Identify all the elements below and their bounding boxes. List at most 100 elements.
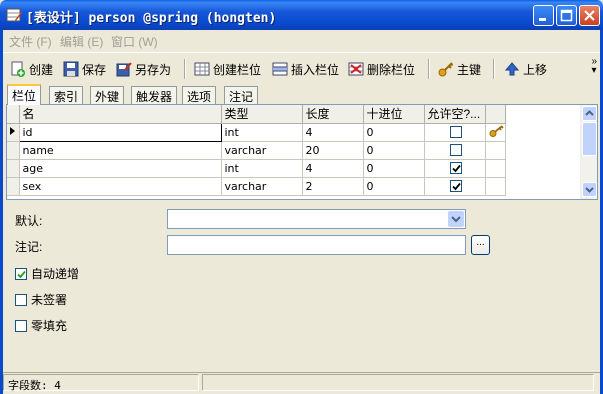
default-value-combo[interactable] <box>167 209 466 229</box>
title-bar[interactable]: [表设计] person @spring (hongten) <box>0 0 603 30</box>
delete-field-button[interactable]: 删除栏位 <box>348 59 415 79</box>
new-button[interactable]: 创建 <box>10 59 53 79</box>
primary-key-label: 主键 <box>457 62 482 77</box>
allow-null-checkbox[interactable] <box>450 180 462 192</box>
tab-triggers[interactable]: 触发器 <box>131 86 178 104</box>
column-header-allow-null[interactable]: 允许空?... <box>424 105 486 124</box>
field-length-cell[interactable]: 4 <box>302 159 364 178</box>
maximize-button[interactable] <box>556 5 577 26</box>
menu-file[interactable]: 文件 (F) <box>9 33 52 50</box>
tab-foreign-keys[interactable]: 外键 <box>90 86 125 104</box>
field-decimals-cell[interactable]: 0 <box>363 177 425 196</box>
fields-grid[interactable]: 名 类型 长度 十进位 允许空?... id int 4 0 name varchar 20… <box>6 104 598 200</box>
table-row[interactable]: age int 4 0 <box>7 159 506 178</box>
allow-null-checkbox[interactable] <box>450 162 462 174</box>
scroll-down-button[interactable] <box>582 182 597 197</box>
comment-field[interactable] <box>167 235 466 255</box>
field-decimals-cell[interactable]: 0 <box>363 123 425 142</box>
primary-key-cell <box>485 141 506 160</box>
field-length-cell[interactable]: 4 <box>302 123 364 142</box>
new-label: 创建 <box>29 62 54 77</box>
minimize-icon <box>539 18 546 21</box>
save-icon <box>63 61 79 77</box>
allow-null-cell[interactable] <box>424 177 486 196</box>
key-icon <box>489 124 504 137</box>
zerofill-option[interactable]: 零填充 <box>15 317 67 334</box>
row-selector[interactable] <box>7 123 20 142</box>
unsigned-checkbox[interactable] <box>15 293 27 306</box>
zerofill-checkbox[interactable] <box>15 319 27 332</box>
new-file-icon <box>11 61 25 77</box>
column-header-decimals[interactable]: 十进位 <box>363 105 425 124</box>
primary-key-cell <box>485 159 506 178</box>
tab-fields[interactable]: 栏位 <box>7 84 42 105</box>
field-type-cell[interactable]: int <box>221 159 303 178</box>
save-as-button[interactable]: 另存为 <box>116 59 171 79</box>
field-name-cell[interactable]: id <box>18 122 222 142</box>
menu-edit[interactable]: 编辑 (E) <box>60 33 103 50</box>
scroll-thumb[interactable] <box>582 122 597 156</box>
toolbar: 创建 保存 另存为 创建栏位 插入栏位 删除栏位 主键 上移 » ▾ <box>3 52 600 84</box>
insert-field-button[interactable]: 插入栏位 <box>272 59 339 79</box>
allow-null-checkbox[interactable] <box>450 126 462 138</box>
comment-label: 注记: <box>15 240 43 254</box>
auto-increment-option[interactable]: 自动递增 <box>15 265 79 282</box>
table-row[interactable]: name varchar 20 0 <box>7 141 506 160</box>
field-count-text: 字段数: 4 <box>8 379 61 392</box>
toolbar-separator <box>184 59 186 79</box>
allow-null-cell[interactable] <box>424 123 486 142</box>
primary-key-cell <box>485 123 506 142</box>
field-length-cell[interactable]: 20 <box>302 141 364 160</box>
field-name-cell[interactable]: sex <box>19 177 222 196</box>
maximize-icon <box>560 9 573 22</box>
comment-edit-button[interactable]: ... <box>471 235 490 255</box>
insert-field-icon <box>272 62 288 76</box>
primary-key-button[interactable]: 主键 <box>438 59 481 79</box>
arrow-up-icon <box>504 62 520 76</box>
save-as-icon <box>116 62 132 77</box>
insert-field-label: 插入栏位 <box>291 62 340 77</box>
table-row[interactable]: sex varchar 2 0 <box>7 177 506 196</box>
allow-null-cell[interactable] <box>424 141 486 160</box>
unsigned-option[interactable]: 未签署 <box>15 291 67 308</box>
table-row[interactable]: id int 4 0 <box>7 122 506 142</box>
chevron-down-icon <box>451 216 461 223</box>
column-header-length[interactable]: 长度 <box>302 105 364 124</box>
row-selector[interactable] <box>7 177 20 196</box>
move-up-button[interactable]: 上移 <box>504 59 547 79</box>
tab-options[interactable]: 选项 <box>182 86 217 104</box>
auto-increment-checkbox[interactable] <box>15 267 27 280</box>
row-selector[interactable] <box>7 141 20 160</box>
field-name-cell[interactable]: age <box>19 159 222 178</box>
minimize-button[interactable] <box>533 5 554 26</box>
field-decimals-cell[interactable]: 0 <box>363 159 425 178</box>
scroll-up-button[interactable] <box>582 106 597 121</box>
combo-dropdown-button[interactable] <box>448 211 464 227</box>
allow-null-checkbox[interactable] <box>450 144 462 156</box>
column-header-type[interactable]: 类型 <box>221 105 303 124</box>
delete-field-icon <box>348 62 364 76</box>
tab-indexes[interactable]: 索引 <box>49 86 84 104</box>
chevron-down-icon <box>585 187 594 193</box>
field-type-cell[interactable]: int <box>221 123 303 142</box>
row-selector[interactable] <box>7 159 20 178</box>
tab-comment[interactable]: 注记 <box>224 86 259 104</box>
checkmark-icon <box>17 270 26 278</box>
checkmark-icon <box>452 182 461 191</box>
field-type-cell[interactable]: varchar <box>221 141 303 160</box>
field-type-cell[interactable]: varchar <box>221 177 303 196</box>
field-name-cell[interactable]: name <box>19 141 222 160</box>
field-length-cell[interactable]: 2 <box>302 177 364 196</box>
toolbar-overflow-button[interactable]: » ▾ <box>591 57 597 76</box>
field-decimals-cell[interactable]: 0 <box>363 141 425 160</box>
column-header-name[interactable]: 名 <box>19 105 222 124</box>
grid-scrollbar[interactable] <box>580 105 597 199</box>
create-field-icon <box>194 62 210 76</box>
status-panel <box>202 374 594 391</box>
menu-window[interactable]: 窗口 (W) <box>111 33 158 50</box>
create-field-button[interactable]: 创建栏位 <box>194 59 261 79</box>
allow-null-cell[interactable] <box>424 159 486 178</box>
window-title: [表设计] person @spring (hongten) <box>26 11 277 26</box>
save-button[interactable]: 保存 <box>63 59 106 79</box>
close-button[interactable] <box>579 5 600 26</box>
